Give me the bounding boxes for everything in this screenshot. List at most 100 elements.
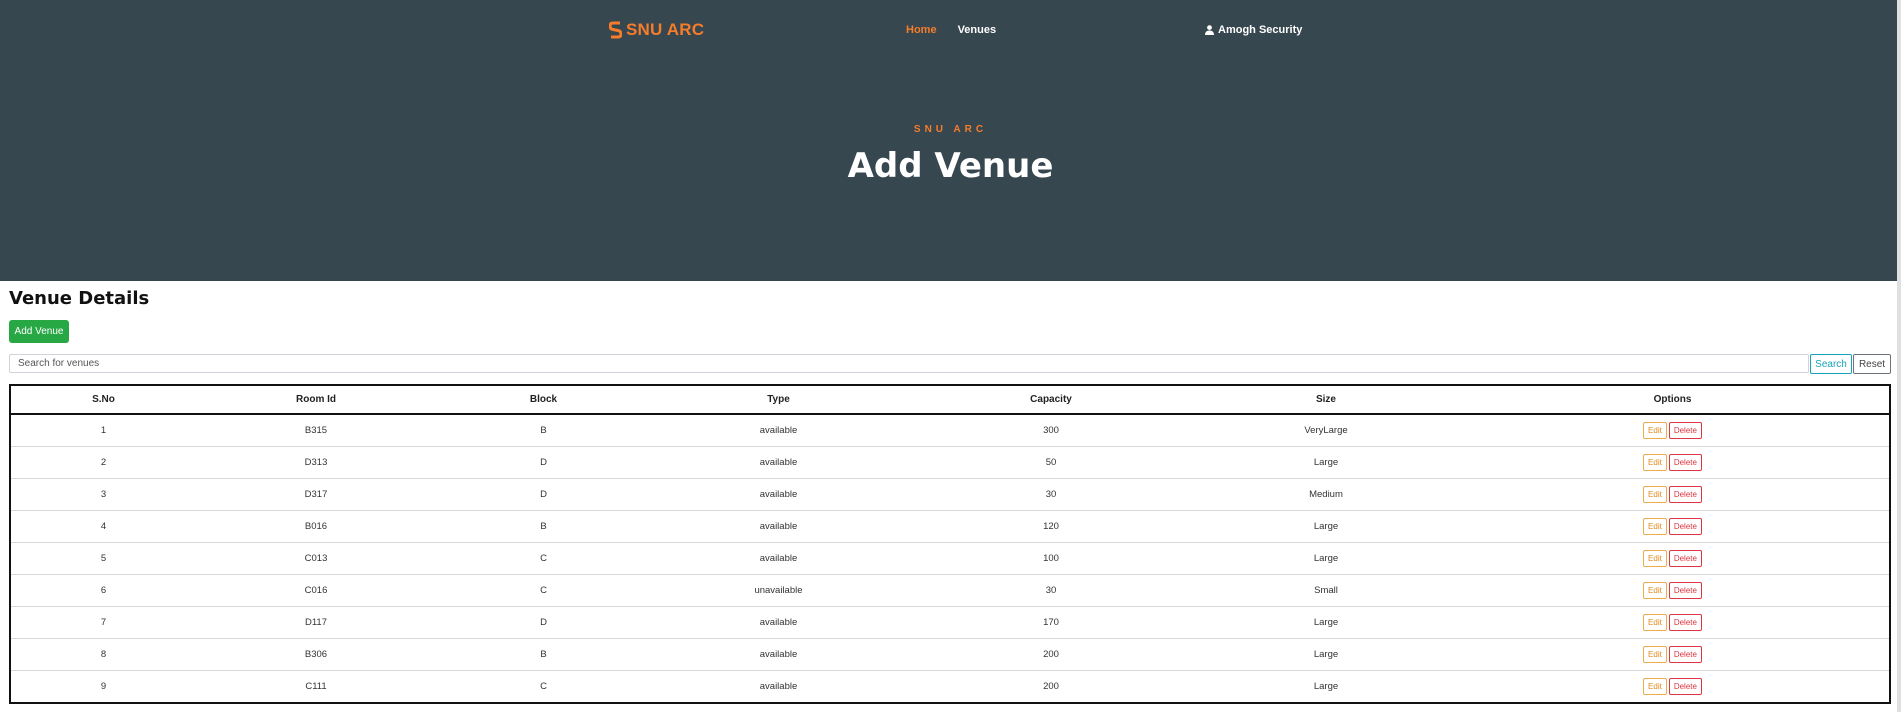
edit-button[interactable]: Edit	[1643, 549, 1667, 567]
cell-sno: 1	[11, 414, 196, 447]
table-row: 5 C013 Cavailable 100 Large Edit Delete	[11, 542, 1889, 575]
search-button[interactable]: Search	[1810, 354, 1852, 374]
cell-size: Small	[1196, 574, 1456, 607]
cell-type: available	[651, 542, 906, 575]
user-icon	[1205, 25, 1214, 35]
venue-table: S.No Room Id Block Type Capacity Size Op…	[11, 386, 1889, 702]
column-header-type: Type	[651, 386, 906, 415]
delete-button[interactable]: Delete	[1668, 549, 1702, 567]
cell-size: Large	[1196, 542, 1456, 575]
cell-room-id: D313	[196, 446, 436, 479]
table-row: 9 C111 Cavailable 200 Large Edit Delete	[11, 670, 1889, 702]
cell-sno: 6	[11, 574, 196, 607]
cell-size: VeryLarge	[1196, 414, 1456, 447]
cell-capacity: 100	[906, 542, 1196, 575]
edit-button[interactable]: Edit	[1643, 453, 1667, 471]
cell-sno: 3	[11, 478, 196, 511]
edit-button[interactable]: Edit	[1643, 677, 1667, 695]
delete-button[interactable]: Delete	[1668, 581, 1702, 599]
brand-logo[interactable]: SNU ARC	[609, 20, 704, 40]
column-header-block: Block	[436, 386, 651, 415]
cell-block: D	[436, 446, 651, 479]
cell-block: B	[436, 638, 651, 671]
cell-options: Edit Delete	[1456, 542, 1889, 575]
cell-type: available	[651, 414, 906, 447]
column-header-sno: S.No	[11, 386, 196, 415]
edit-button[interactable]: Edit	[1643, 517, 1667, 535]
cell-options: Edit Delete	[1456, 510, 1889, 543]
cell-room-id: D117	[196, 606, 436, 639]
cell-type: available	[651, 510, 906, 543]
delete-button[interactable]: Delete	[1668, 613, 1702, 631]
table-row: 3 D317 Davailable 30 Medium Edit Delete	[11, 478, 1889, 511]
cell-sno: 2	[11, 446, 196, 479]
delete-button[interactable]: Delete	[1668, 677, 1702, 695]
delete-button[interactable]: Delete	[1668, 453, 1702, 471]
cell-capacity: 200	[906, 638, 1196, 671]
cell-options: Edit Delete	[1456, 574, 1889, 607]
edit-button[interactable]: Edit	[1643, 645, 1667, 663]
nav-home-link[interactable]: Home	[906, 24, 937, 36]
cell-options: Edit Delete	[1456, 478, 1889, 511]
cell-type: available	[651, 446, 906, 479]
column-header-size: Size	[1196, 386, 1456, 415]
table-row: 7 D117 Davailable 170 Large Edit Delete	[11, 606, 1889, 639]
delete-button[interactable]: Delete	[1668, 517, 1702, 535]
cell-options: Edit Delete	[1456, 670, 1889, 702]
logo-mark-icon	[609, 21, 622, 39]
column-header-options: Options	[1456, 386, 1889, 415]
page-scrollbar[interactable]	[1897, 0, 1901, 712]
edit-button[interactable]: Edit	[1643, 421, 1667, 439]
cell-block: C	[436, 542, 651, 575]
nav-venues-link[interactable]: Venues	[958, 24, 997, 36]
cell-block: C	[540, 680, 547, 692]
table-row: 1 B315 Bavailable 300 VeryLarge Edit Delete	[11, 414, 1889, 447]
cell-room-id: C111	[305, 680, 327, 692]
table-row: 6 C016 Cunavailable 30 Small Edit Delete	[11, 574, 1889, 607]
page-title: Add Venue	[847, 146, 1054, 186]
cell-sno: 4	[11, 510, 196, 543]
table-row: 4 B016 Bavailable 120 Large Edit Delete	[11, 510, 1889, 543]
cell-sno: 8	[11, 638, 196, 671]
cell-block: C	[436, 574, 651, 607]
cell-capacity: 300	[906, 414, 1196, 447]
table-row: 2 D313 Davailable 50 Large Edit Delete	[11, 446, 1889, 479]
cell-size: Medium	[1196, 478, 1456, 511]
cell-size: Large	[1196, 606, 1456, 639]
cell-room-id: B315	[196, 414, 436, 447]
cell-room-id: B016	[196, 510, 436, 543]
add-venue-button[interactable]: Add Venue	[9, 320, 69, 343]
cell-capacity: 120	[906, 510, 1196, 543]
delete-button[interactable]: Delete	[1668, 421, 1702, 439]
cell-room-id: C013	[196, 542, 436, 575]
venue-table-container: S.No Room Id Block Type Capacity Size Op…	[9, 384, 1891, 704]
cell-size: Large	[1196, 446, 1456, 479]
table-header-row: S.No Room Id Block Type Capacity Size Op…	[11, 386, 1889, 415]
cell-room-id: B306	[196, 638, 436, 671]
cell-capacity: 30	[906, 478, 1196, 511]
cell-type: available	[651, 638, 906, 671]
cell-options: Edit Delete	[1456, 446, 1889, 479]
cell-block: D	[436, 606, 651, 639]
search-input[interactable]	[9, 354, 1809, 373]
cell-sno: 9	[100, 680, 107, 692]
cell-block: B	[436, 510, 651, 543]
user-menu[interactable]: Amogh Security	[1205, 24, 1302, 36]
cell-capacity: 30	[906, 574, 1196, 607]
reset-button[interactable]: Reset	[1853, 354, 1891, 374]
edit-button[interactable]: Edit	[1643, 613, 1667, 631]
cell-options: Edit Delete	[1456, 606, 1889, 639]
hero-header: SNU ARC Home Venues Amogh Security SNU A…	[0, 0, 1901, 281]
cell-options: Edit Delete	[1456, 638, 1889, 671]
user-name: Amogh Security	[1218, 24, 1303, 36]
edit-button[interactable]: Edit	[1643, 485, 1667, 503]
cell-capacity: 50	[906, 446, 1196, 479]
column-header-capacity: Capacity	[906, 386, 1196, 415]
cell-block: D	[436, 478, 651, 511]
cell-room-id: D317	[196, 478, 436, 511]
cell-type: available	[759, 680, 798, 692]
edit-button[interactable]: Edit	[1643, 581, 1667, 599]
cell-size: Large	[1196, 510, 1456, 543]
delete-button[interactable]: Delete	[1668, 645, 1702, 663]
delete-button[interactable]: Delete	[1668, 485, 1702, 503]
